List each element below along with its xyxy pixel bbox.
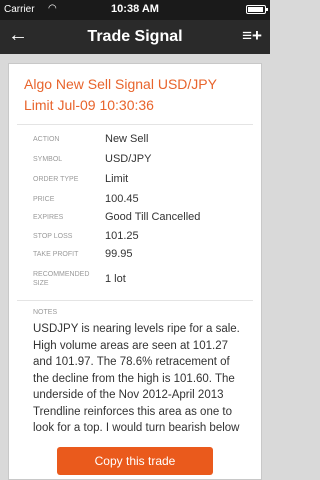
detail-row-take-profit: TAKE PROFIT 99.95 — [9, 245, 261, 267]
row-value: New Sell — [105, 133, 149, 145]
battery-icon — [246, 5, 268, 14]
copy-trade-button[interactable]: Copy this trade — [57, 447, 213, 475]
row-value: Limit — [105, 173, 129, 185]
divider — [17, 124, 253, 125]
row-value: 100.45 — [105, 193, 139, 205]
signal-headline: Algo New Sell Signal USD/JPY Limit Jul-0… — [24, 76, 217, 113]
navigation-bar: ← Trade Signal ≡+ — [0, 20, 270, 54]
detail-row-action: ACTION New Sell — [9, 130, 261, 152]
row-label: ACTION — [33, 136, 60, 143]
row-label: PRICE — [33, 196, 55, 203]
row-value: Good Till Cancelled — [105, 211, 201, 223]
row-value: 101.25 — [105, 230, 139, 242]
row-label: STOP LOSS — [33, 233, 73, 240]
notes-text: USDJPY is nearing levels ripe for a sale… — [33, 323, 240, 434]
notes-label: NOTES — [33, 309, 58, 316]
row-value: 99.95 — [105, 248, 133, 260]
menu-add-icon[interactable]: ≡+ — [242, 26, 262, 46]
detail-row-recommended-size: RECOMMENDED SIZE 1 lot — [9, 265, 261, 297]
divider — [17, 300, 253, 301]
detail-row-symbol: SYMBOL USD/JPY — [9, 150, 261, 172]
row-label: TAKE PROFIT — [33, 251, 79, 258]
row-label: ORDER TYPE — [33, 176, 79, 183]
status-time: 10:38 AM — [111, 3, 159, 15]
page-title: Trade Signal — [87, 28, 183, 45]
row-value: USD/JPY — [105, 153, 152, 165]
row-value: 1 lot — [105, 273, 126, 285]
detail-row-order-type: ORDER TYPE Limit — [9, 170, 261, 192]
row-label: EXPIRES — [33, 214, 64, 221]
row-label: SYMBOL — [33, 156, 63, 163]
row-label: RECOMMENDED SIZE — [33, 271, 90, 287]
status-bar: Carrier ◠ 10:38 AM — [0, 0, 270, 20]
signal-card: Algo New Sell Signal USD/JPY Limit Jul-0… — [8, 63, 262, 480]
